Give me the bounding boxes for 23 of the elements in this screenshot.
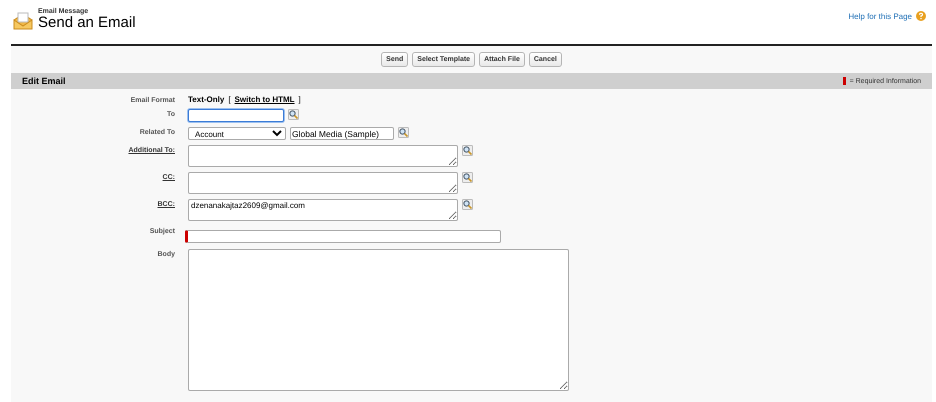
address-field[interactable] — [188, 145, 458, 167]
help-icon[interactable] — [916, 11, 926, 21]
bracket: [ — [228, 95, 231, 104]
page-title: Send an Email — [38, 15, 136, 31]
related-record-field[interactable]: Global Media (Sample) — [290, 127, 394, 140]
lookup-icon[interactable] — [288, 109, 299, 120]
required-marker — [842, 77, 846, 85]
related-to-dropdown[interactable]: Account — [188, 127, 286, 140]
body-field[interactable] — [188, 249, 569, 391]
address-field[interactable]: dzenanakajtaz2609@gmail.com — [188, 199, 458, 221]
bracket: ] — [298, 95, 301, 104]
section-title: Edit Email — [22, 76, 66, 86]
switch-link[interactable]: Switch to HTML — [234, 95, 295, 104]
lookup-icon[interactable] — [462, 199, 473, 210]
lookup-icon[interactable] — [398, 127, 409, 138]
to-field[interactable] — [188, 109, 284, 122]
lookup-icon[interactable] — [462, 145, 473, 156]
subject-field[interactable] — [185, 230, 501, 243]
address-field[interactable] — [188, 172, 458, 194]
envelope-icon — [12, 11, 34, 31]
help-link[interactable]: Help for this Page — [848, 12, 912, 20]
format-value: Text-Only — [188, 95, 224, 104]
lookup-icon[interactable] — [462, 172, 473, 183]
